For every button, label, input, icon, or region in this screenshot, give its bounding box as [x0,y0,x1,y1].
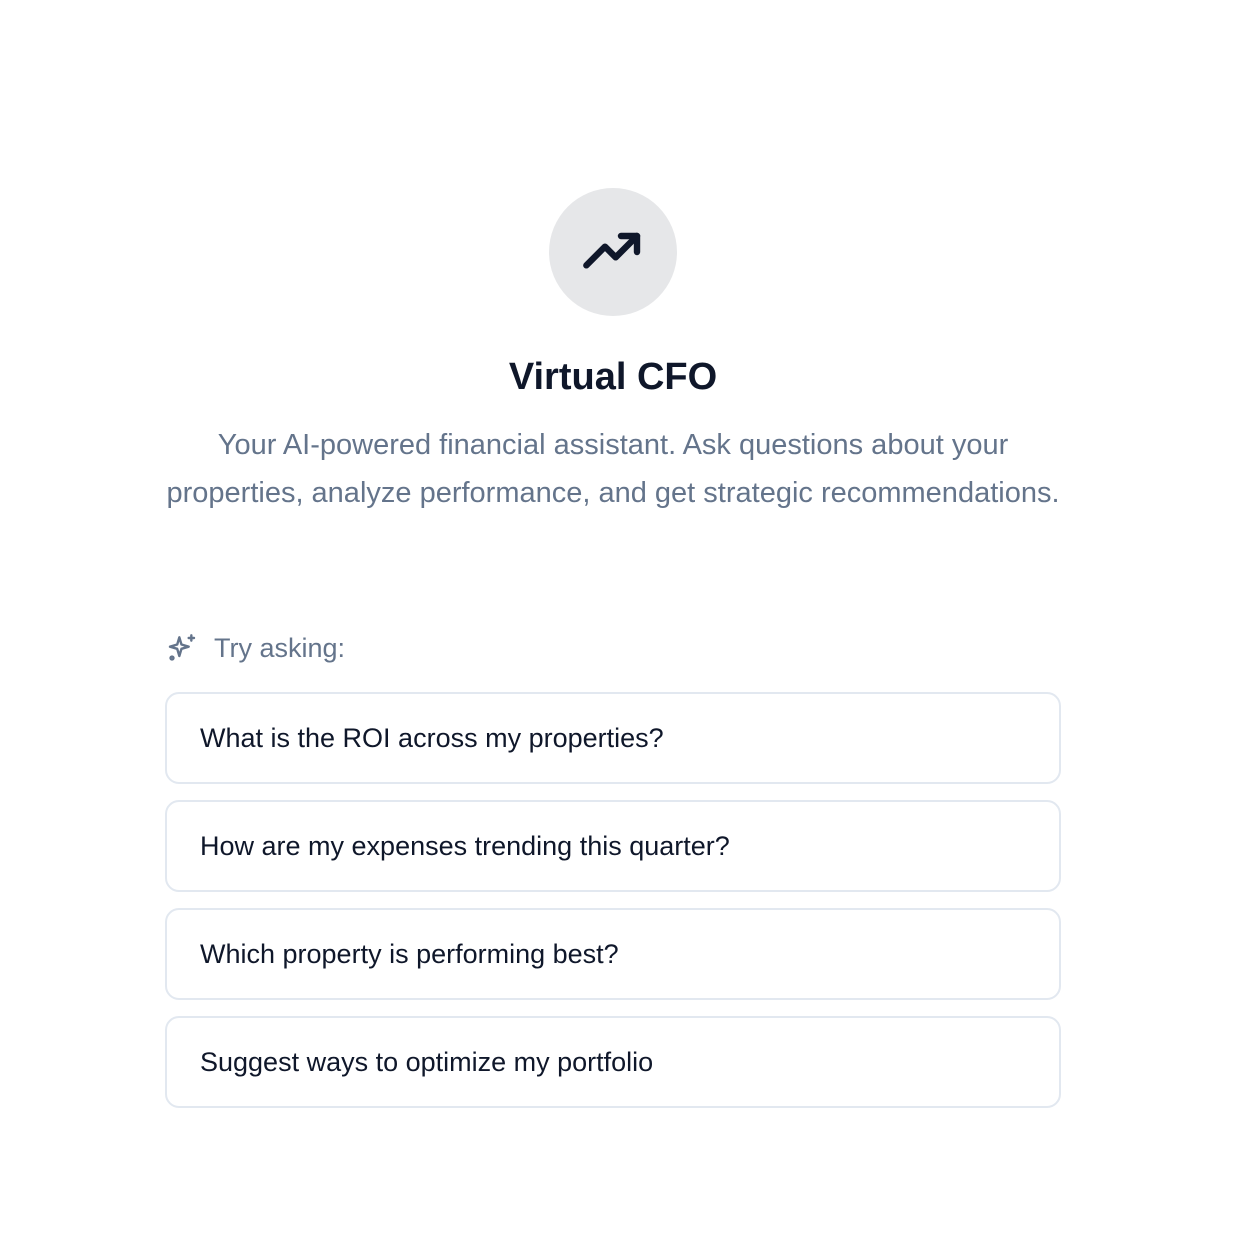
suggestion-expenses-trend[interactable]: How are my expenses trending this quarte… [165,800,1061,892]
page-subtitle: Your AI-powered financial assistant. Ask… [166,429,1060,509]
suggestion-label: Suggest ways to optimize my portfolio [200,1046,654,1077]
suggestion-list: What is the ROI across my properties? Ho… [165,692,1061,1124]
virtual-cfo-empty-state: Virtual CFO Your AI-powered financial as… [0,0,1240,1252]
suggestion-roi[interactable]: What is the ROI across my properties? [165,692,1061,784]
try-asking-header: Try asking: [166,630,345,666]
suggestion-optimize-portfolio[interactable]: Suggest ways to optimize my portfolio [165,1016,1061,1108]
trending-up-icon [583,232,641,269]
suggestion-best-property[interactable]: Which property is performing best? [165,908,1061,1000]
suggestion-label: What is the ROI across my properties? [200,722,664,753]
sparkles-icon [168,634,196,661]
try-asking-label: Try asking: [214,632,346,663]
page-title: Virtual CFO [508,356,718,398]
suggestion-label: Which property is performing best? [200,938,619,969]
hero-icon-circle [549,188,677,316]
suggestion-label: How are my expenses trending this quarte… [200,830,730,861]
